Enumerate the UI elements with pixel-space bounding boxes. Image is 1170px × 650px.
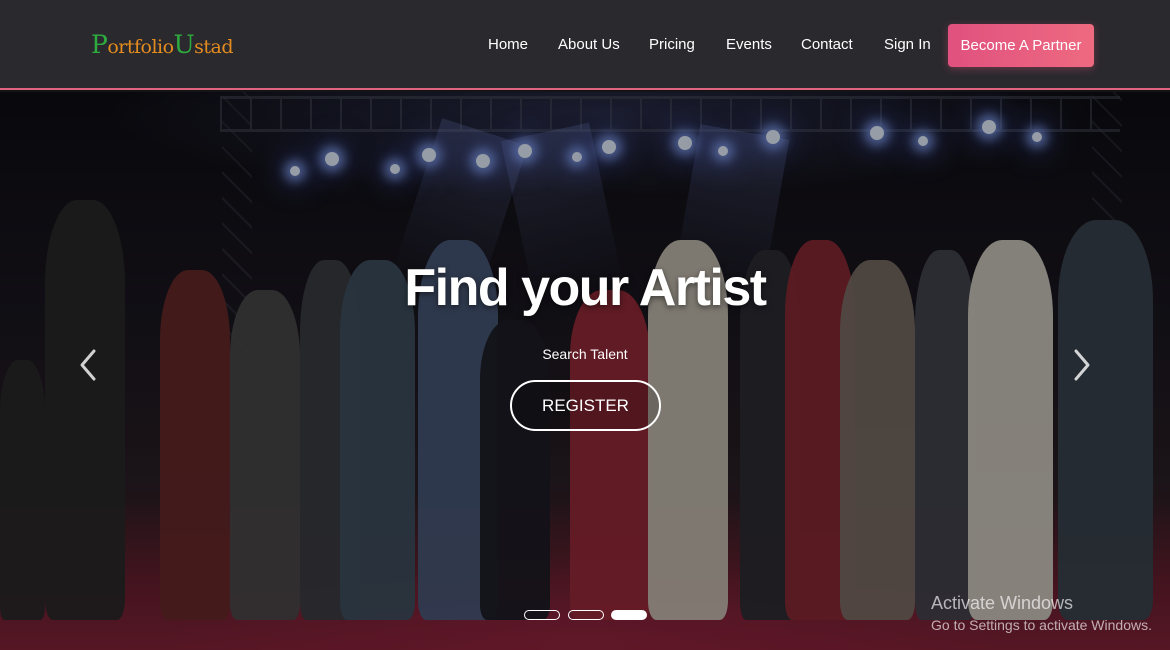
- logo-letter-p: P: [91, 30, 108, 59]
- register-button[interactable]: REGISTER: [510, 380, 661, 431]
- nav-pricing[interactable]: Pricing: [649, 35, 695, 55]
- watermark-title: Activate Windows: [931, 593, 1074, 613]
- nav-events[interactable]: Events: [726, 35, 772, 55]
- nav-about-us[interactable]: About Us: [558, 35, 620, 55]
- navbar: PortfolioUstad Home About Us Pricing Eve…: [0, 0, 1170, 90]
- carousel-indicator-2[interactable]: [568, 610, 604, 620]
- chevron-left-icon: [80, 349, 96, 381]
- hero-carousel: Find your Artist Search Talent REGISTER …: [0, 92, 1170, 650]
- hero-dark-overlay: [0, 92, 1170, 650]
- hero-subtitle: Search Talent: [542, 346, 628, 362]
- hero-title: Find your Artist: [404, 259, 767, 317]
- nav-contact[interactable]: Contact: [801, 35, 853, 55]
- chevron-right-icon: [1074, 349, 1090, 381]
- nav-sign-in[interactable]: Sign In: [884, 35, 931, 55]
- logo-letter-u: U: [173, 30, 195, 59]
- nav-home[interactable]: Home: [488, 35, 528, 55]
- watermark-subtitle: Go to Settings to activate Windows.: [931, 617, 1152, 633]
- logo-text-stad: stad: [194, 36, 234, 58]
- become-partner-button[interactable]: Become A Partner: [948, 24, 1094, 67]
- carousel-prev-button[interactable]: [78, 348, 98, 382]
- logo-text-ortfolio: ortfolio: [107, 36, 174, 58]
- activate-windows-watermark: Activate Windows Go to Settings to activ…: [931, 591, 1152, 635]
- carousel-next-button[interactable]: [1072, 348, 1092, 382]
- brand-logo[interactable]: PortfolioUstad: [91, 30, 234, 62]
- carousel-indicator-3[interactable]: [611, 610, 647, 620]
- carousel-indicator-1[interactable]: [524, 610, 560, 620]
